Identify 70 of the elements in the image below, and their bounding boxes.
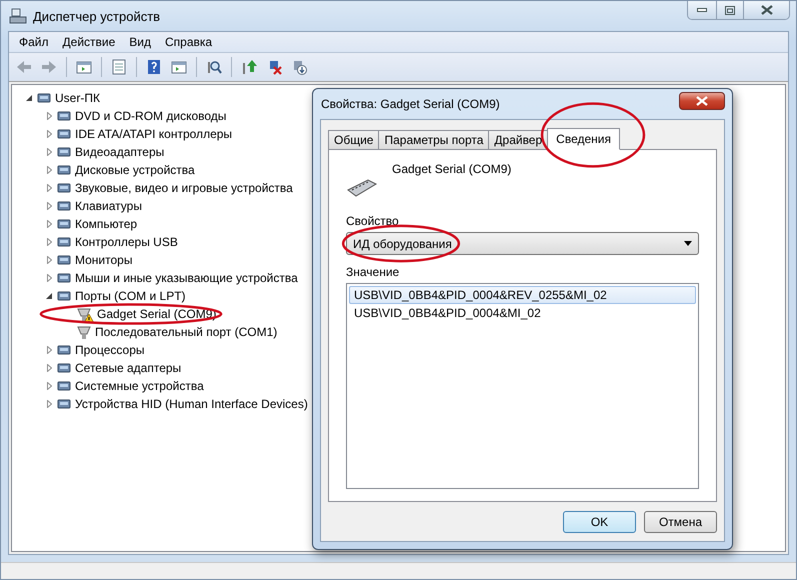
collapsed-arrow-icon[interactable] bbox=[46, 256, 52, 264]
collapsed-arrow-icon[interactable] bbox=[46, 202, 52, 210]
collapsed-arrow-icon[interactable] bbox=[46, 130, 52, 138]
tree-item[interactable]: DVD и CD-ROM дисководы bbox=[72, 109, 226, 123]
collapsed-arrow-icon[interactable] bbox=[46, 148, 52, 156]
tree-item[interactable]: Порты (COM и LPT) bbox=[72, 289, 186, 303]
help-icon bbox=[145, 58, 163, 76]
tree-item[interactable]: IDE ATA/ATAPI контроллеры bbox=[72, 127, 232, 141]
field-label: Значение bbox=[346, 265, 400, 279]
close-button[interactable] bbox=[679, 92, 725, 110]
tree-item[interactable]: Устройства HID (Human Interface Devices) bbox=[72, 397, 308, 411]
collapsed-arrow-icon[interactable] bbox=[46, 274, 52, 282]
tree-item[interactable]: Клавиатуры bbox=[72, 199, 142, 213]
collapsed-arrow-icon[interactable] bbox=[46, 184, 52, 192]
tree-item[interactable]: Процессоры bbox=[72, 343, 144, 357]
menu-item[interactable]: Вид bbox=[123, 34, 157, 50]
up-arrow-icon bbox=[240, 58, 258, 76]
dropdown-arrow-icon bbox=[684, 241, 692, 246]
tab[interactable]: Параметры порта bbox=[378, 130, 490, 149]
connector-icon bbox=[76, 324, 92, 340]
collapsed-arrow-icon[interactable] bbox=[46, 364, 52, 372]
tree-item[interactable]: Последовательный порт (COM1) bbox=[92, 325, 278, 339]
window-title: Диспетчер устройств bbox=[33, 8, 162, 24]
dialog-button[interactable]: OK bbox=[563, 511, 636, 533]
field-label: Свойство bbox=[346, 214, 400, 228]
tree-item[interactable]: Мониторы bbox=[72, 253, 132, 267]
collapsed-arrow-icon[interactable] bbox=[46, 112, 52, 120]
menu-item[interactable]: Справка bbox=[159, 34, 218, 50]
close-icon bbox=[696, 96, 708, 106]
minimize-icon bbox=[697, 8, 707, 12]
dialog-title: Свойства: Gadget Serial (COM9) bbox=[320, 97, 500, 111]
close-icon bbox=[760, 5, 772, 15]
connector-icon bbox=[76, 306, 92, 322]
property-dropdown[interactable]: ИД оборудования bbox=[346, 232, 699, 255]
maximize-icon bbox=[725, 6, 735, 14]
dialog-button[interactable]: Отмена bbox=[644, 511, 717, 533]
menu-item[interactable]: Файл bbox=[13, 34, 55, 50]
tree-item[interactable]: Контроллеры USB bbox=[72, 235, 178, 249]
tree-item[interactable]: Дисковые устройства bbox=[72, 163, 195, 177]
tab[interactable]: Общие bbox=[328, 130, 380, 149]
computer-icon bbox=[9, 7, 27, 25]
tab[interactable]: Драйвер bbox=[488, 130, 548, 149]
collapsed-arrow-icon[interactable] bbox=[46, 220, 52, 228]
warning-icon bbox=[84, 314, 94, 322]
dropdown-value: ИД оборудования bbox=[353, 236, 452, 250]
collapsed-arrow-icon[interactable] bbox=[46, 166, 52, 174]
tree-item[interactable]: Мыши и иные указывающие устройства bbox=[72, 271, 298, 285]
tree-item[interactable]: Компьютер bbox=[72, 217, 138, 231]
expanded-arrow-icon[interactable] bbox=[46, 292, 52, 300]
forward-arrow-icon bbox=[40, 58, 58, 76]
tab[interactable]: Сведения bbox=[547, 128, 620, 150]
device-name: Gadget Serial (COM9) bbox=[392, 162, 512, 176]
close-button[interactable] bbox=[743, 1, 789, 19]
collapsed-arrow-icon[interactable] bbox=[46, 346, 52, 354]
tree-item[interactable]: Сетевые адаптеры bbox=[72, 361, 182, 375]
menu-item[interactable]: Действие bbox=[56, 34, 122, 50]
tree-item[interactable]: Видеоадаптеры bbox=[72, 145, 164, 159]
expanded-arrow-icon[interactable] bbox=[26, 94, 32, 102]
back-arrow-icon bbox=[15, 58, 33, 76]
list-item[interactable]: USB\VID_0BB4&PID_0004&MI_02 bbox=[349, 304, 696, 322]
document-icon bbox=[110, 58, 128, 76]
minimize-button[interactable] bbox=[688, 1, 716, 19]
collapsed-arrow-icon[interactable] bbox=[46, 400, 52, 408]
list-item[interactable]: USB\VID_0BB4&PID_0004&REV_0255&MI_02 bbox=[349, 286, 696, 304]
tree-item[interactable]: Звуковые, видео и игровые устройства bbox=[72, 181, 293, 195]
maximize-button[interactable] bbox=[716, 1, 743, 19]
tree-item[interactable]: Системные устройства bbox=[72, 379, 204, 393]
collapsed-arrow-icon[interactable] bbox=[46, 238, 52, 246]
collapsed-arrow-icon[interactable] bbox=[46, 382, 52, 390]
tree-item[interactable]: User-ПК bbox=[52, 91, 100, 105]
